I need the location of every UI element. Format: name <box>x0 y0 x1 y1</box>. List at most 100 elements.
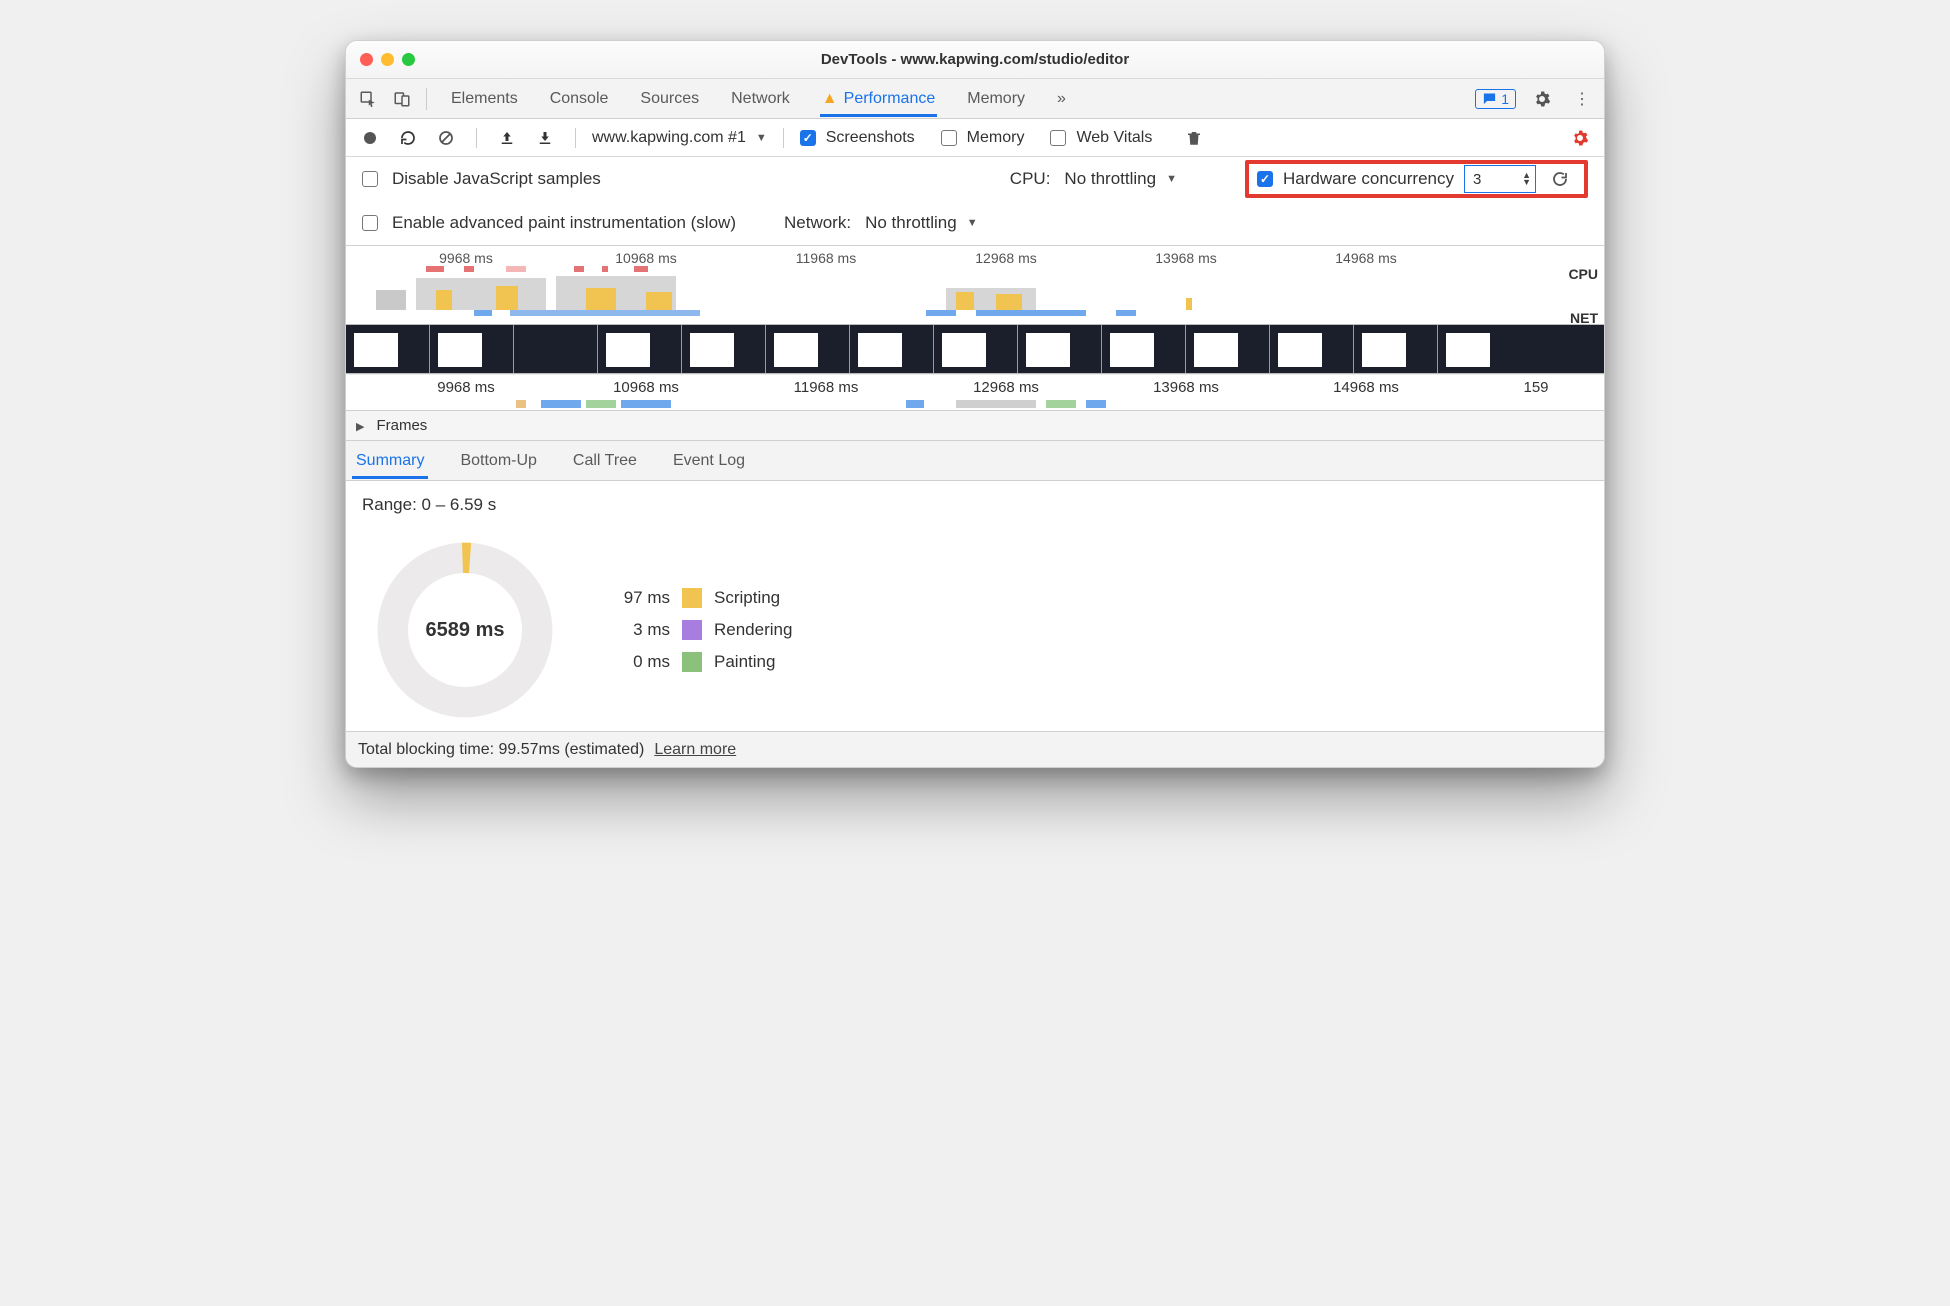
capture-settings-gear-icon[interactable] <box>1566 124 1594 152</box>
hardware-concurrency-input[interactable]: 3 ▲▼ <box>1464 165 1536 193</box>
tabstrip-right-controls: 1 ⋮ <box>1475 85 1596 113</box>
time-ruler-bottom: 9968 ms 10968 ms 11968 ms 12968 ms 13968… <box>346 374 1604 400</box>
filmstrip-frame[interactable] <box>850 325 934 373</box>
filmstrip-frame[interactable] <box>1438 325 1604 373</box>
long-task-marker <box>426 266 444 272</box>
details-tabs: Summary Bottom-Up Call Tree Event Log <box>346 441 1604 481</box>
load-profile-button[interactable] <box>493 124 521 152</box>
webvitals-label: Web Vitals <box>1076 129 1152 147</box>
close-window-button[interactable] <box>360 53 373 66</box>
time-tick: 11968 ms <box>796 250 856 266</box>
time-breakdown-donut: 6589 ms <box>370 535 560 725</box>
summary-panel: Range: 0 – 6.59 s 6589 ms 97 ms Scriptin… <box>346 481 1604 731</box>
legend-row-rendering: 3 ms Rendering <box>600 620 792 640</box>
separator <box>783 128 784 148</box>
legend-label: Scripting <box>714 588 780 608</box>
cpu-label: CPU <box>1568 266 1598 282</box>
settings-gear-icon[interactable] <box>1528 85 1556 113</box>
record-button[interactable] <box>356 124 384 152</box>
devtools-tabstrip: Elements Console Sources Network ▲ Perfo… <box>346 79 1604 119</box>
tab-console[interactable]: Console <box>548 81 611 117</box>
subtab-event-log[interactable]: Event Log <box>669 443 749 479</box>
stepper-icon[interactable]: ▲▼ <box>1522 172 1531 186</box>
tab-performance[interactable]: ▲ Performance <box>820 81 937 117</box>
filmstrip-frame[interactable] <box>1270 325 1354 373</box>
tab-network[interactable]: Network <box>729 81 792 117</box>
warning-icon: ▲ <box>822 90 838 108</box>
memory-checkbox[interactable] <box>941 130 957 146</box>
network-throttle-label: Network: <box>784 213 851 233</box>
capture-settings: Disable JavaScript samples CPU: No throt… <box>346 157 1604 246</box>
time-tick: 12968 ms <box>975 250 1036 266</box>
minimize-window-button[interactable] <box>381 53 394 66</box>
net-overview: NET <box>346 310 1604 324</box>
long-task-marker <box>634 266 648 272</box>
kebab-menu-icon[interactable]: ⋮ <box>1568 85 1596 113</box>
filmstrip-frame[interactable] <box>1018 325 1102 373</box>
zoom-window-button[interactable] <box>402 53 415 66</box>
legend-swatch <box>682 620 702 640</box>
window-title: DevTools - www.kapwing.com/studio/editor <box>346 51 1604 68</box>
learn-more-link[interactable]: Learn more <box>654 741 736 759</box>
tab-elements[interactable]: Elements <box>449 81 520 117</box>
time-tick: 12968 ms <box>973 379 1039 396</box>
legend-swatch <box>682 652 702 672</box>
timeline-overview[interactable]: 9968 ms 10968 ms 11968 ms 12968 ms 13968… <box>346 246 1604 411</box>
frames-section-header[interactable]: Frames <box>346 411 1604 441</box>
legend-value: 3 ms <box>600 620 670 640</box>
screenshot-filmstrip[interactable] <box>346 324 1604 374</box>
tab-sources[interactable]: Sources <box>638 81 701 117</box>
network-throttle-value: No throttling <box>865 213 957 233</box>
page-selector[interactable]: www.kapwing.com #1 ▼ <box>592 129 767 147</box>
settings-row-2: Enable advanced paint instrumentation (s… <box>346 201 1604 245</box>
toggle-device-toolbar-icon[interactable] <box>388 85 416 113</box>
filmstrip-frame[interactable] <box>346 325 430 373</box>
legend-row-scripting: 97 ms Scripting <box>600 588 792 608</box>
subtab-summary[interactable]: Summary <box>352 443 428 479</box>
disable-js-samples-checkbox[interactable] <box>362 171 378 187</box>
save-profile-button[interactable] <box>531 124 559 152</box>
inspect-element-icon[interactable] <box>354 85 382 113</box>
time-tick: 14968 ms <box>1335 250 1396 266</box>
delete-icon[interactable] <box>1180 124 1208 152</box>
hardware-concurrency-highlight: Hardware concurrency 3 ▲▼ <box>1245 160 1588 198</box>
filmstrip-frame[interactable] <box>934 325 1018 373</box>
subtab-call-tree[interactable]: Call Tree <box>569 443 641 479</box>
hardware-concurrency-checkbox[interactable] <box>1257 171 1273 187</box>
cpu-overview: CPU <box>346 266 1604 310</box>
reload-record-button[interactable] <box>394 124 422 152</box>
time-tick: 9968 ms <box>437 379 495 396</box>
messages-button[interactable]: 1 <box>1475 89 1516 109</box>
tab-memory[interactable]: Memory <box>965 81 1027 117</box>
screenshots-label: Screenshots <box>826 129 915 147</box>
legend-value: 97 ms <box>600 588 670 608</box>
screenshots-checkbox[interactable] <box>800 130 816 146</box>
legend-label: Painting <box>714 652 775 672</box>
subtab-bottom-up[interactable]: Bottom-Up <box>456 443 540 479</box>
total-blocking-time-label: Total blocking time: 99.57ms (estimated) <box>358 741 644 759</box>
network-mini-bars <box>346 400 1604 410</box>
cpu-throttle-select[interactable]: No throttling ▼ <box>1064 169 1177 189</box>
filmstrip-frame[interactable] <box>598 325 682 373</box>
filmstrip-frame[interactable] <box>514 325 598 373</box>
long-task-marker <box>464 266 474 272</box>
filmstrip-frame[interactable] <box>766 325 850 373</box>
devtools-window: DevTools - www.kapwing.com/studio/editor… <box>345 40 1605 768</box>
tabs-overflow-button[interactable]: » <box>1055 81 1068 117</box>
separator <box>476 128 477 148</box>
webvitals-checkbox[interactable] <box>1050 130 1066 146</box>
filmstrip-frame[interactable] <box>430 325 514 373</box>
enable-paint-inst-checkbox[interactable] <box>362 215 378 231</box>
hardware-concurrency-value: 3 <box>1473 171 1481 188</box>
time-tick: 159 <box>1523 379 1548 396</box>
filmstrip-frame[interactable] <box>682 325 766 373</box>
memory-label: Memory <box>967 129 1025 147</box>
filmstrip-frame[interactable] <box>1186 325 1270 373</box>
reset-concurrency-icon[interactable] <box>1546 165 1574 193</box>
network-throttle-select[interactable]: No throttling ▼ <box>865 213 978 233</box>
tab-performance-label: Performance <box>844 90 936 108</box>
legend-label: Rendering <box>714 620 792 640</box>
filmstrip-frame[interactable] <box>1354 325 1438 373</box>
filmstrip-frame[interactable] <box>1102 325 1186 373</box>
clear-button[interactable] <box>432 124 460 152</box>
